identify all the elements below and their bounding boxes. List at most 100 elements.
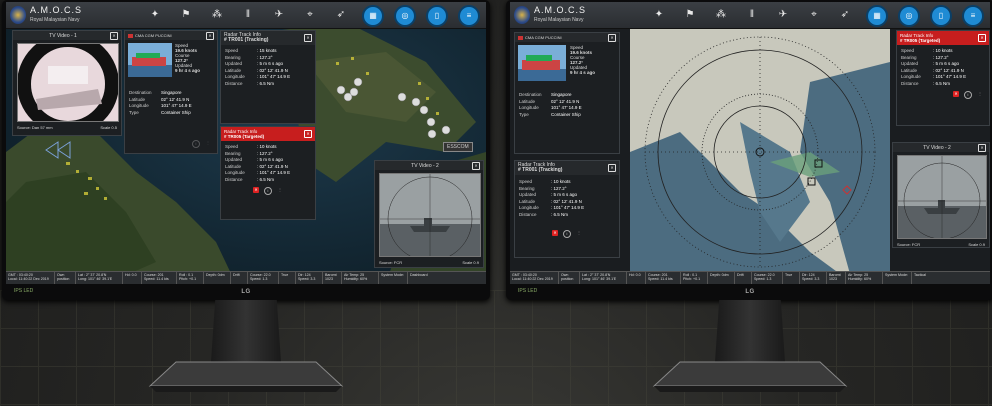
close-icon[interactable]: ✕	[608, 164, 616, 172]
network-icon[interactable]: ⁂	[714, 8, 728, 21]
track-row: Speed: 15 knots	[225, 48, 277, 53]
track-row: Distance: 6.5 Nm	[225, 80, 275, 86]
ship-photo	[518, 45, 566, 81]
detail-row: Destination Singapore	[129, 90, 182, 95]
plane-icon[interactable]: ✈	[776, 8, 790, 21]
map-icon[interactable]: ▯	[426, 5, 448, 27]
flag-icon	[518, 35, 523, 40]
detail-row: Destination Singapore	[519, 92, 572, 97]
status-drift-course: Course: 22.0 Speed: 1.3	[248, 272, 279, 284]
more-icon[interactable]: ⋮	[576, 230, 582, 236]
map-icon[interactable]: ▯	[930, 5, 952, 27]
weapon-icon[interactable]: ‖	[745, 8, 759, 21]
monitor-model: IPS LED	[14, 288, 34, 294]
status-bar: GMT : 03:40:20 Local: 11:40:22 Dec 2019 …	[6, 271, 486, 284]
app-title: A.M.O.C.S	[534, 5, 587, 15]
ship-details: Destination Singapore Latitude 02° 12' 41.…	[125, 90, 217, 116]
status-course: Course: 201 Speed: 11.4 kts	[646, 272, 681, 284]
app-subtitle: Royal Malaysian Navy	[534, 17, 584, 23]
lg-logo: LG	[241, 289, 251, 295]
monitor-stand-base	[652, 361, 848, 392]
target-icon[interactable]: ◎	[898, 5, 920, 27]
compass-icon[interactable]: ✦	[652, 8, 666, 21]
status-air: Air Temp: 25 Humidity: 60%	[342, 272, 379, 284]
close-icon[interactable]: ✕	[978, 143, 986, 152]
escom-label[interactable]: ESSCOM	[443, 142, 473, 152]
close-icon[interactable]: ✕	[608, 33, 616, 42]
status-own: Own position	[559, 272, 580, 284]
panel-header: Radar Track Info # TR005 (Targeted) ✕	[221, 127, 315, 141]
close-icon[interactable]: ✕	[110, 31, 118, 40]
info-icon[interactable]: i	[264, 186, 272, 195]
grid-icon[interactable]: ▦	[362, 5, 384, 27]
track-row: Bearing: 127.2°	[225, 54, 273, 60]
monitor-right: A.M.O.C.S Royal Malaysian Navy ✦ ⚑ ⁂ ‖ ✈…	[506, 0, 992, 300]
more-icon[interactable]: ⋮	[205, 140, 211, 146]
track-row: Longitude: 101° 47' 14.9 E	[901, 74, 967, 80]
radar-track-panel-2: Radar Track Info # TR005 (Targeted) ✕ Spee…	[896, 30, 990, 126]
info-icon[interactable]: i	[964, 90, 972, 99]
tv2-scale: Scale 0.9	[462, 260, 479, 265]
close-icon[interactable]: ✕	[304, 34, 312, 42]
delete-icon[interactable]: ✕	[253, 186, 259, 193]
monitor-stand-neck	[715, 300, 785, 362]
track-row: Latitude: 02° 12' 41.9 N	[901, 67, 964, 73]
track-row: Updated: 5 m 6 s ago	[901, 61, 960, 67]
network-icon[interactable]: ⁂	[210, 8, 224, 21]
tv-video-2-panel: TV Video - 2 ✕ Source: FCR Scale 0.9	[892, 142, 990, 248]
panel-header: TV Video - 1 ✕	[13, 31, 121, 40]
camera-feed	[379, 173, 481, 257]
updated-value: 9 hr 4 s ago	[570, 70, 596, 75]
info-icon[interactable]: i	[563, 229, 571, 238]
status-baro: Baromt 1023	[323, 272, 342, 284]
ship-photo	[128, 43, 172, 77]
tv1-scale: Scale 0.5	[100, 125, 117, 130]
tv2-source: Source: FCR	[379, 260, 403, 265]
plane-icon[interactable]: ✈	[272, 8, 286, 21]
close-icon[interactable]: ✕	[472, 161, 480, 170]
status-drift-course: Course: 22.0 Speed: 1.3	[752, 272, 783, 284]
detail-row: Latitude 02° 12' 41.9 N	[519, 98, 580, 104]
track-row: Distance: 6.5 Nm	[901, 80, 951, 86]
info-icon[interactable]: i	[192, 140, 200, 148]
ship-name: CMA CGM PUCCINI	[135, 33, 172, 38]
more-icon[interactable]: ⋮	[977, 91, 983, 97]
status-position: Lat : 2° 37' 20.8'N Long: 101° 46' 39.1'…	[580, 272, 627, 284]
more-icon[interactable]: ⋮	[277, 187, 283, 193]
weapon-icon[interactable]: ‖	[241, 8, 255, 21]
flag-icon[interactable]: ⚑	[683, 8, 697, 21]
flag-icon[interactable]: ⚑	[179, 8, 193, 21]
map-pin-icon[interactable]: ⌖	[807, 8, 821, 21]
detail-row: Type Container Ship	[129, 109, 191, 115]
panel-header: Radar Track Info # TR001 (Tracking) ✕	[515, 161, 619, 175]
close-icon[interactable]: ✕	[978, 34, 986, 42]
delete-icon[interactable]: ✕	[953, 90, 959, 97]
top-bar: A.M.O.C.S Royal Malaysian Navy ✦ ⚑ ⁂ ‖ ✈…	[6, 2, 486, 29]
jet-icon[interactable]: ➶	[838, 8, 852, 21]
layers-icon[interactable]: ≡	[458, 5, 480, 27]
toolbar: ✦ ⚑ ⁂ ‖ ✈ ⌖ ➶ ▭	[148, 8, 379, 21]
status-mode-value[interactable]: Tactical	[912, 272, 990, 284]
status-drift: Drift	[231, 272, 248, 284]
grid-icon[interactable]: ▦	[866, 5, 888, 27]
map-pin-icon[interactable]: ⌖	[303, 8, 317, 21]
monitor-left: ESSCOM A.M.O.C.S Royal Malaysian Navy ✦ …	[2, 0, 490, 300]
status-roll: Roll : 0.1 Pitch: +0.1	[681, 272, 708, 284]
jet-icon[interactable]: ➶	[334, 8, 348, 21]
ship-name: CMA CGM PUCCINI	[525, 35, 562, 40]
status-baro: Baromt 1023	[827, 272, 846, 284]
track-row: Speed: 10 knots	[519, 179, 571, 184]
radar-track-panel-2: Radar Track Info # TR005 (Targeted) ✕ Spee…	[220, 126, 316, 220]
close-icon[interactable]: ✕	[206, 31, 214, 40]
status-mode-value[interactable]: Dashboard	[408, 272, 486, 284]
tv2-title: TV Video - 2	[923, 144, 951, 151]
layers-icon[interactable]: ≡	[962, 5, 984, 27]
delete-icon[interactable]: ✕	[552, 229, 558, 236]
mode-buttons: ▦ ◎ ▯ ≡	[866, 5, 984, 27]
compass-icon[interactable]: ✦	[148, 8, 162, 21]
track-row: Distance: 6.5 Nm	[519, 211, 569, 217]
target-icon[interactable]: ◎	[394, 5, 416, 27]
panel-header: CMA CGM PUCCINI ✕	[125, 31, 217, 40]
app-title: A.M.O.C.S	[30, 5, 83, 15]
close-icon[interactable]: ✕	[304, 130, 312, 138]
